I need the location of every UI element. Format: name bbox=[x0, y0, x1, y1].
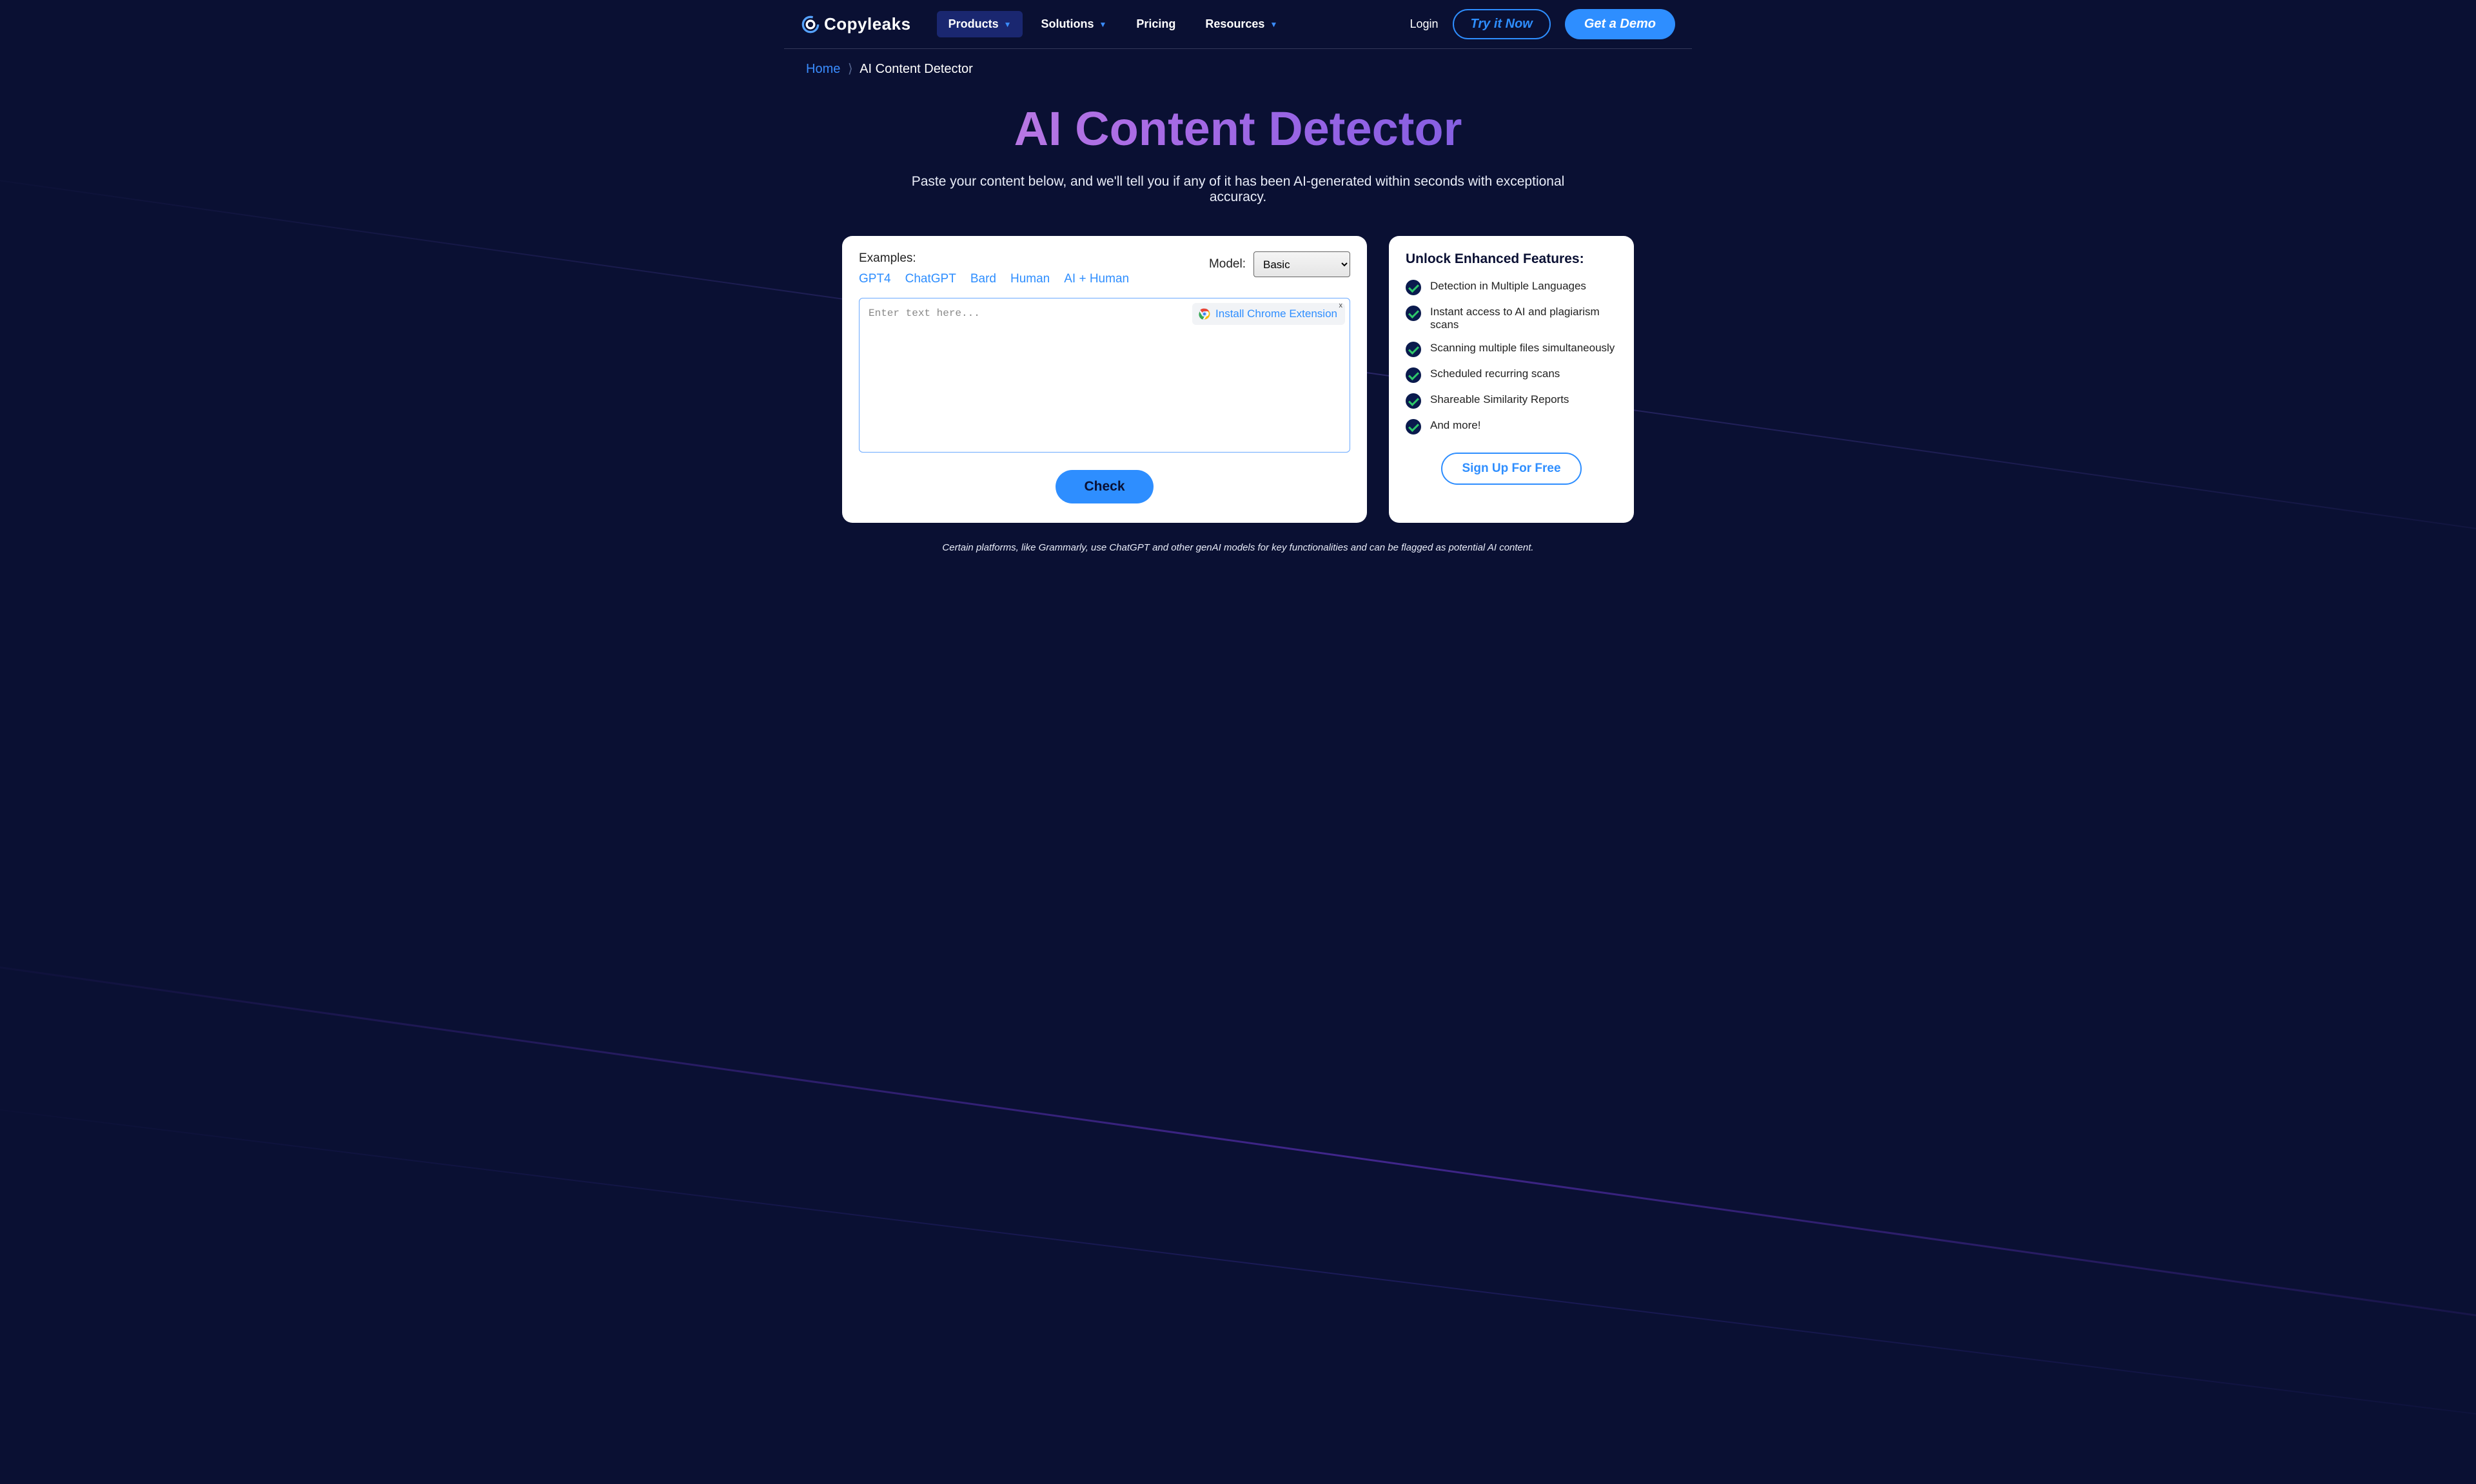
model-label: Model: bbox=[1209, 257, 1246, 271]
breadcrumb-home[interactable]: Home bbox=[806, 62, 840, 76]
try-it-now-button[interactable]: Try it Now bbox=[1453, 9, 1551, 39]
brand-name: Copyleaks bbox=[824, 14, 911, 34]
header: Copyleaks Products ▼ Solutions ▼ Pricing… bbox=[784, 0, 1692, 49]
nav-item-solutions[interactable]: Solutions ▼ bbox=[1029, 11, 1118, 37]
primary-nav: Products ▼ Solutions ▼ Pricing Resources… bbox=[937, 11, 1290, 37]
example-link-ai-human[interactable]: AI + Human bbox=[1064, 272, 1129, 286]
nav-item-products[interactable]: Products ▼ bbox=[937, 11, 1023, 37]
nav-item-pricing[interactable]: Pricing bbox=[1125, 11, 1187, 37]
feature-item: Scanning multiple files simultaneously bbox=[1406, 342, 1617, 357]
breadcrumb-current: AI Content Detector bbox=[860, 62, 973, 76]
hero: AI Content Detector Paste your content b… bbox=[784, 88, 1692, 211]
page-subtitle: Paste your content below, and we'll tell… bbox=[883, 174, 1593, 205]
breadcrumb: Home ⟩ AI Content Detector bbox=[784, 49, 1692, 88]
nav-label: Pricing bbox=[1136, 17, 1175, 31]
chevron-down-icon: ▼ bbox=[1004, 20, 1012, 29]
logo-icon bbox=[801, 15, 820, 34]
feature-text: Instant access to AI and plagiarism scan… bbox=[1430, 306, 1617, 331]
feature-text: Detection in Multiple Languages bbox=[1430, 280, 1586, 293]
feature-item: Scheduled recurring scans bbox=[1406, 367, 1617, 383]
example-link-gpt4[interactable]: GPT4 bbox=[859, 272, 891, 286]
check-icon bbox=[1406, 342, 1421, 357]
example-link-bard[interactable]: Bard bbox=[970, 272, 996, 286]
model-select[interactable]: Basic bbox=[1253, 251, 1350, 277]
check-icon bbox=[1406, 419, 1421, 434]
check-icon bbox=[1406, 306, 1421, 321]
chevron-down-icon: ▼ bbox=[1270, 20, 1277, 29]
chevron-down-icon: ▼ bbox=[1099, 20, 1106, 29]
detector-card: Examples: GPT4 ChatGPT Bard Human AI + H… bbox=[842, 236, 1367, 523]
page-title: AI Content Detector bbox=[784, 101, 1692, 156]
breadcrumb-separator: ⟩ bbox=[848, 62, 853, 76]
examples-label: Examples: bbox=[859, 251, 1129, 266]
features-title: Unlock Enhanced Features: bbox=[1406, 251, 1617, 267]
feature-item: Detection in Multiple Languages bbox=[1406, 280, 1617, 295]
feature-text: Scanning multiple files simultaneously bbox=[1430, 342, 1615, 355]
check-button[interactable]: Check bbox=[1056, 470, 1153, 503]
features-card: Unlock Enhanced Features: Detection in M… bbox=[1389, 236, 1634, 523]
feature-text: Shareable Similarity Reports bbox=[1430, 393, 1569, 406]
chrome-extension-label: Install Chrome Extension bbox=[1215, 308, 1337, 320]
get-demo-button[interactable]: Get a Demo bbox=[1565, 9, 1675, 39]
nav-label: Solutions bbox=[1041, 17, 1094, 31]
nav-label: Products bbox=[948, 17, 999, 31]
nav-item-resources[interactable]: Resources ▼ bbox=[1194, 11, 1289, 37]
check-icon bbox=[1406, 280, 1421, 295]
login-link[interactable]: Login bbox=[1410, 17, 1438, 31]
footnote: Certain platforms, like Grammarly, use C… bbox=[883, 542, 1593, 566]
sign-up-button[interactable]: Sign Up For Free bbox=[1441, 453, 1581, 485]
brand-logo[interactable]: Copyleaks bbox=[801, 14, 911, 34]
feature-item: And more! bbox=[1406, 419, 1617, 434]
example-link-chatgpt[interactable]: ChatGPT bbox=[905, 272, 956, 286]
check-icon bbox=[1406, 393, 1421, 409]
chrome-extension-close[interactable]: x bbox=[1339, 302, 1343, 309]
nav-label: Resources bbox=[1205, 17, 1264, 31]
feature-item: Instant access to AI and plagiarism scan… bbox=[1406, 306, 1617, 331]
install-chrome-extension-button[interactable]: Install Chrome Extension x bbox=[1192, 303, 1345, 325]
feature-text: Scheduled recurring scans bbox=[1430, 367, 1560, 380]
check-icon bbox=[1406, 367, 1421, 383]
example-link-human[interactable]: Human bbox=[1010, 272, 1050, 286]
chrome-icon bbox=[1199, 308, 1210, 320]
feature-item: Shareable Similarity Reports bbox=[1406, 393, 1617, 409]
feature-text: And more! bbox=[1430, 419, 1480, 432]
